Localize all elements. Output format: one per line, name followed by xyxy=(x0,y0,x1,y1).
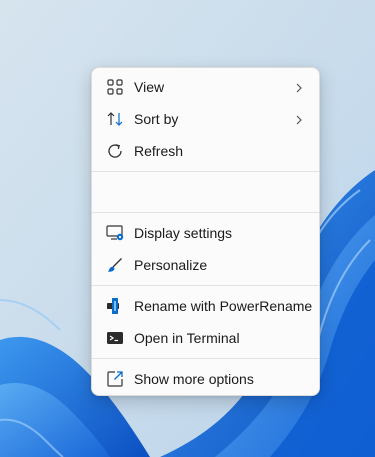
menu-separator xyxy=(92,212,319,213)
menu-item-view[interactable]: View xyxy=(97,72,314,102)
refresh-icon xyxy=(106,142,124,160)
menu-item-label: View xyxy=(134,79,165,95)
menu-item-label: Show more options xyxy=(134,371,254,387)
menu-item-label: Sort by xyxy=(134,111,179,127)
chevron-right-icon xyxy=(293,81,305,93)
show-more-options-icon xyxy=(106,370,124,388)
brush-icon xyxy=(106,256,124,274)
menu-item-display-settings[interactable]: Display settings xyxy=(97,218,314,248)
menu-item-label: Open in Terminal xyxy=(134,330,240,346)
menu-item-show-more-options[interactable]: Show more options xyxy=(97,364,314,394)
menu-separator xyxy=(92,171,319,172)
menu-item-label: Display settings xyxy=(134,225,233,241)
menu-item-label: Personalize xyxy=(134,257,208,273)
terminal-icon xyxy=(106,329,124,347)
menu-item-personalize[interactable]: Personalize xyxy=(97,250,314,280)
menu-separator xyxy=(92,285,319,286)
menu-item-label: Rename with PowerRename xyxy=(134,298,313,314)
menu-item-sort-by[interactable]: Sort by xyxy=(97,104,314,134)
menu-separator xyxy=(92,358,319,359)
grid-icon xyxy=(106,78,124,96)
menu-item-label: Refresh xyxy=(134,143,184,159)
sort-arrows-icon xyxy=(106,110,124,128)
menu-item-power-rename[interactable]: Rename with PowerRename xyxy=(97,291,314,321)
menu-item-refresh[interactable]: Refresh xyxy=(97,136,314,166)
desktop-context-menu: View Sort by Refresh Display settings Pe… xyxy=(91,67,320,396)
display-settings-icon xyxy=(106,224,124,242)
powerrename-icon xyxy=(106,297,124,315)
menu-item-open-in-terminal[interactable]: Open in Terminal xyxy=(97,323,314,353)
chevron-right-icon xyxy=(293,113,305,125)
